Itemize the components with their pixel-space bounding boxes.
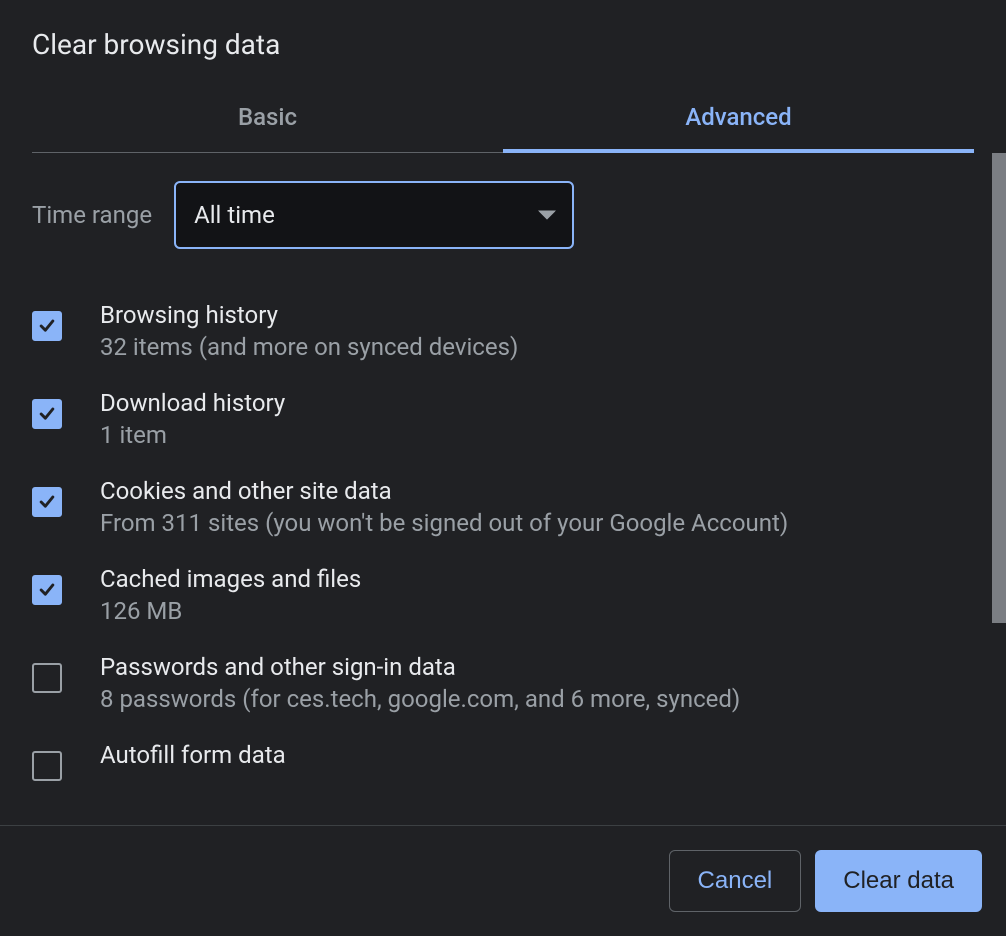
item-title: Download history xyxy=(100,389,974,417)
item-title: Cookies and other site data xyxy=(100,477,974,505)
tabs-container: Basic Advanced xyxy=(32,85,974,153)
checkbox-content: Autofill form data xyxy=(100,741,974,773)
dialog-title: Clear browsing data xyxy=(32,28,974,61)
list-item[interactable]: Cookies and other site data From 311 sit… xyxy=(32,463,974,551)
tab-advanced[interactable]: Advanced xyxy=(503,85,974,153)
item-description: 8 passwords (for ces.tech, google.com, a… xyxy=(100,685,974,713)
time-range-row: Time range All time xyxy=(32,181,974,249)
item-description: 32 items (and more on synced devices) xyxy=(100,333,974,361)
item-description: From 311 sites (you won't be signed out … xyxy=(100,509,974,537)
checkbox-content: Download history 1 item xyxy=(100,389,974,449)
item-title: Cached images and files xyxy=(100,565,974,593)
dialog-content: Time range All time Browsing history 32 … xyxy=(0,153,1006,825)
checkbox-content: Cached images and files 126 MB xyxy=(100,565,974,625)
scrollbar[interactable] xyxy=(992,153,1006,623)
clear-data-button[interactable]: Clear data xyxy=(815,850,982,912)
tab-basic[interactable]: Basic xyxy=(32,85,503,153)
checkbox-autofill[interactable] xyxy=(32,751,62,781)
list-item[interactable]: Passwords and other sign-in data 8 passw… xyxy=(32,639,974,727)
item-title: Autofill form data xyxy=(100,741,974,769)
checkbox-cookies[interactable] xyxy=(32,487,62,517)
item-title: Passwords and other sign-in data xyxy=(100,653,974,681)
checkbox-browsing-history[interactable] xyxy=(32,311,62,341)
time-range-select[interactable]: All time xyxy=(174,181,574,249)
list-item[interactable]: Browsing history 32 items (and more on s… xyxy=(32,287,974,375)
checkbox-content: Cookies and other site data From 311 sit… xyxy=(100,477,974,537)
time-range-label: Time range xyxy=(32,201,152,229)
checkbox-content: Passwords and other sign-in data 8 passw… xyxy=(100,653,974,713)
dialog-footer: Cancel Clear data xyxy=(0,825,1006,936)
checkbox-cached-images[interactable] xyxy=(32,575,62,605)
checkbox-content: Browsing history 32 items (and more on s… xyxy=(100,301,974,361)
item-title: Browsing history xyxy=(100,301,974,329)
time-range-select-wrapper: All time xyxy=(174,181,574,249)
checkbox-passwords[interactable] xyxy=(32,663,62,693)
list-item[interactable]: Cached images and files 126 MB xyxy=(32,551,974,639)
list-item[interactable]: Autofill form data xyxy=(32,727,974,795)
checkbox-list: Browsing history 32 items (and more on s… xyxy=(32,287,974,795)
item-description: 1 item xyxy=(100,421,974,449)
list-item[interactable]: Download history 1 item xyxy=(32,375,974,463)
item-description: 126 MB xyxy=(100,597,974,625)
checkbox-download-history[interactable] xyxy=(32,399,62,429)
cancel-button[interactable]: Cancel xyxy=(669,850,802,912)
